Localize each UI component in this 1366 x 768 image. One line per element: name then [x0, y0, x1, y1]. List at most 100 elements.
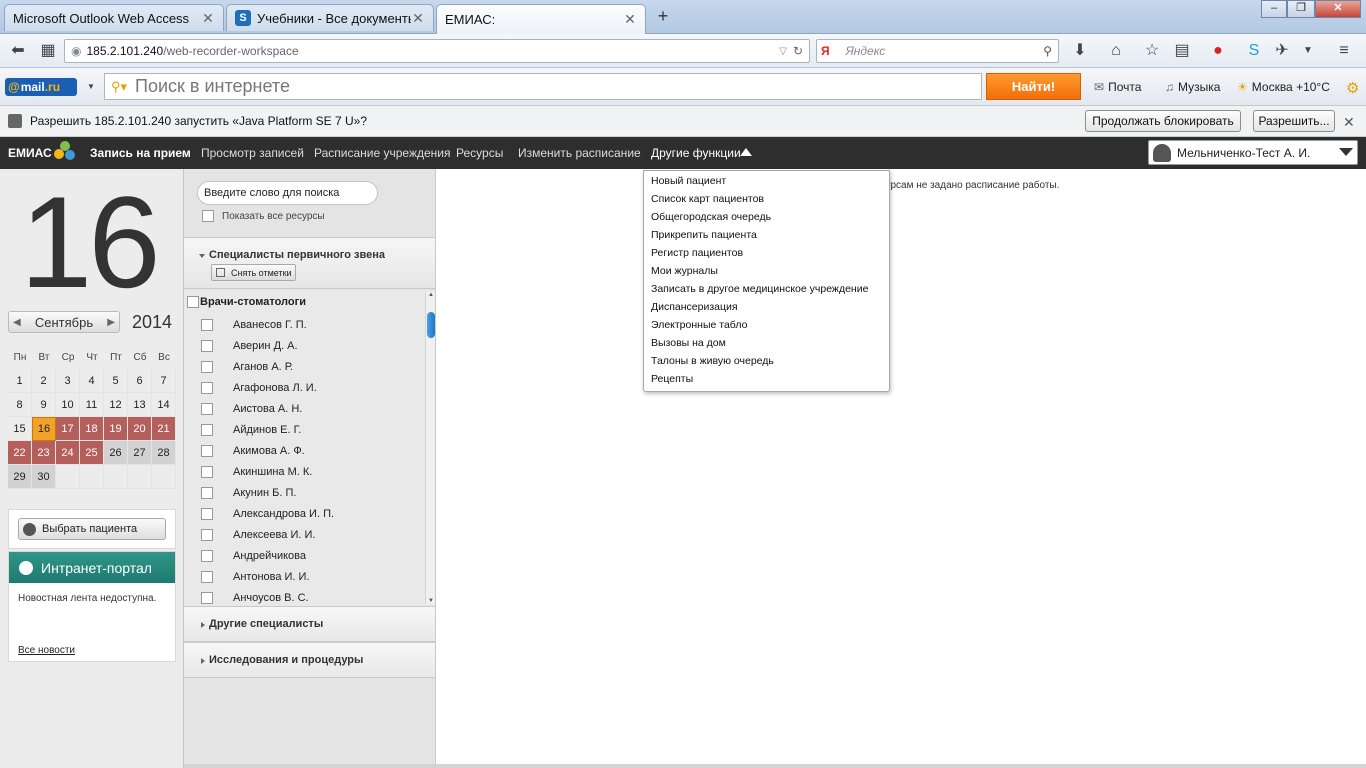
downloads-icon[interactable]: ⬇: [1070, 41, 1090, 61]
checkbox[interactable]: [201, 340, 213, 352]
menu-view-records[interactable]: Просмотр записей: [201, 146, 304, 160]
menu-appointment[interactable]: Запись на прием: [90, 146, 191, 160]
checkbox[interactable]: [201, 403, 213, 415]
bookmarks-icon[interactable]: ▦: [38, 41, 58, 61]
section-primary-specialists[interactable]: Специалисты первичного звена Снять отмет…: [184, 237, 435, 289]
calendar-day[interactable]: 16: [32, 417, 56, 441]
calendar-day[interactable]: 26: [104, 441, 128, 465]
window-close-button[interactable]: ✕: [1315, 0, 1361, 18]
minimize-button[interactable]: –: [1261, 0, 1287, 18]
calendar-day[interactable]: 13: [128, 393, 152, 417]
clear-marks-button[interactable]: Снять отметки: [211, 264, 296, 281]
reading-list-icon[interactable]: ▤: [1172, 41, 1192, 61]
scroll-down-icon[interactable]: ▼: [427, 598, 435, 604]
calendar-day[interactable]: 8: [8, 393, 32, 417]
dropdown-menu-item[interactable]: Регистр пациентов: [651, 247, 743, 259]
checkbox[interactable]: [201, 466, 213, 478]
calendar-day[interactable]: 24: [56, 441, 80, 465]
skype-icon[interactable]: S: [1244, 41, 1264, 61]
dropdown-menu-item[interactable]: Прикрепить пациента: [651, 229, 757, 241]
user-selector[interactable]: Мельниченко-Тест А. И.: [1148, 140, 1358, 165]
checkbox[interactable]: [201, 361, 213, 373]
back-icon[interactable]: ⬅: [8, 41, 28, 61]
history-dropdown-icon[interactable]: ▽: [779, 46, 787, 57]
tab-outlook[interactable]: Microsoft Outlook Web Access ✕: [4, 4, 224, 31]
calendar-day[interactable]: 6: [128, 369, 152, 393]
music-link[interactable]: ♫ Музыка: [1165, 80, 1220, 94]
doctor-row[interactable]: Акиншина М. К.: [201, 466, 312, 478]
checkbox[interactable]: [187, 296, 199, 308]
checkbox[interactable]: [201, 382, 213, 394]
dropdown-menu-item[interactable]: Новый пациент: [651, 175, 726, 187]
new-tab-button[interactable]: +: [652, 6, 674, 28]
mailru-logo[interactable]: @ mail .ru: [5, 78, 77, 96]
close-tab-icon[interactable]: ✕: [201, 10, 215, 27]
menu-icon[interactable]: ≡: [1334, 41, 1354, 61]
checkbox[interactable]: [201, 319, 213, 331]
checkbox[interactable]: [201, 487, 213, 499]
doctor-row[interactable]: Анчоусов В. С.: [201, 592, 309, 604]
calendar-day[interactable]: 3: [56, 369, 80, 393]
checkbox[interactable]: [201, 592, 213, 604]
menu-institution-schedule[interactable]: Расписание учреждения: [314, 146, 451, 160]
star-icon[interactable]: ☆: [1142, 41, 1162, 61]
doctor-row[interactable]: Антонова И. И.: [201, 571, 310, 583]
calendar-day[interactable]: 30: [32, 465, 56, 489]
dropdown-menu-item[interactable]: Талоны в живую очередь: [651, 355, 774, 367]
calendar-day[interactable]: 29: [8, 465, 32, 489]
resource-search-input[interactable]: Введите слово для поиска: [197, 181, 378, 205]
address-bar[interactable]: ◉ 185.2.101.240 /web-recorder-workspace …: [64, 39, 810, 63]
close-tab-icon[interactable]: ✕: [411, 10, 425, 27]
calendar-day[interactable]: 21: [152, 417, 176, 441]
doctor-row[interactable]: Александрова И. П.: [201, 508, 334, 520]
tab-textbooks[interactable]: S Учебники - Все документы ✕: [226, 4, 434, 31]
dropdown-menu-item[interactable]: Диспансеризация: [651, 301, 738, 313]
calendar-day[interactable]: 10: [56, 393, 80, 417]
calendar-day[interactable]: 11: [80, 393, 104, 417]
chevron-up-icon[interactable]: [740, 148, 752, 156]
calendar-day[interactable]: 19: [104, 417, 128, 441]
prev-month-icon[interactable]: ◀: [13, 317, 21, 328]
dropdown-menu-item[interactable]: Электронные табло: [651, 319, 747, 331]
calendar-day[interactable]: 20: [128, 417, 152, 441]
doctor-row[interactable]: Аванесов Г. П.: [201, 319, 307, 331]
yandex-search-field[interactable]: Я Яндекс ⚲: [816, 39, 1059, 63]
close-icon[interactable]: ✕: [1343, 114, 1355, 131]
continue-blocking-button[interactable]: Продолжать блокировать: [1085, 110, 1241, 132]
calendar-day[interactable]: 25: [80, 441, 104, 465]
close-tab-icon[interactable]: ✕: [623, 11, 637, 28]
section-other-specialists[interactable]: Другие специалисты: [184, 606, 435, 642]
doctor-row[interactable]: Аверин Д. А.: [201, 340, 298, 352]
checkbox[interactable]: [201, 529, 213, 541]
calendar-day[interactable]: 27: [128, 441, 152, 465]
checkbox[interactable]: [201, 445, 213, 457]
section-research-procedures[interactable]: Исследования и процедуры: [184, 642, 435, 678]
maximize-button[interactable]: ❐: [1287, 0, 1315, 18]
next-month-icon[interactable]: ▶: [107, 317, 115, 328]
reload-icon[interactable]: ↻: [793, 44, 803, 58]
find-button[interactable]: Найти!: [986, 73, 1081, 100]
app-logo[interactable]: ЕМИАС: [8, 146, 52, 160]
show-all-resources-toggle[interactable]: Показать все ресурсы: [202, 210, 325, 222]
doctor-row[interactable]: Айдинов Е. Г.: [201, 424, 301, 436]
mail-link[interactable]: ✉ Почта: [1094, 80, 1141, 94]
doctor-row[interactable]: Агафонова Л. И.: [201, 382, 317, 394]
gear-icon[interactable]: ⚙: [1346, 79, 1359, 97]
weather-link[interactable]: ☀ Москва +10°C: [1237, 80, 1330, 94]
all-news-link[interactable]: Все новости: [18, 645, 75, 656]
calendar-day[interactable]: 18: [80, 417, 104, 441]
home-icon[interactable]: ⌂: [1106, 41, 1126, 61]
scroll-up-icon[interactable]: ▲: [427, 292, 435, 298]
doctor-row[interactable]: Андрейчикова: [201, 550, 306, 562]
calendar-day[interactable]: 2: [32, 369, 56, 393]
select-patient-button[interactable]: Выбрать пациента: [18, 518, 166, 540]
checkbox[interactable]: [201, 571, 213, 583]
calendar-day[interactable]: 5: [104, 369, 128, 393]
checkbox[interactable]: [202, 210, 214, 222]
checkbox[interactable]: [201, 424, 213, 436]
calendar-day[interactable]: 7: [152, 369, 176, 393]
group-dentists[interactable]: Врачи-стоматологи: [187, 296, 306, 308]
tools-icon[interactable]: ✈: [1272, 41, 1292, 61]
chevron-down-icon[interactable]: ▼: [1298, 41, 1318, 61]
menu-change-schedule[interactable]: Изменить расписание: [518, 146, 641, 160]
